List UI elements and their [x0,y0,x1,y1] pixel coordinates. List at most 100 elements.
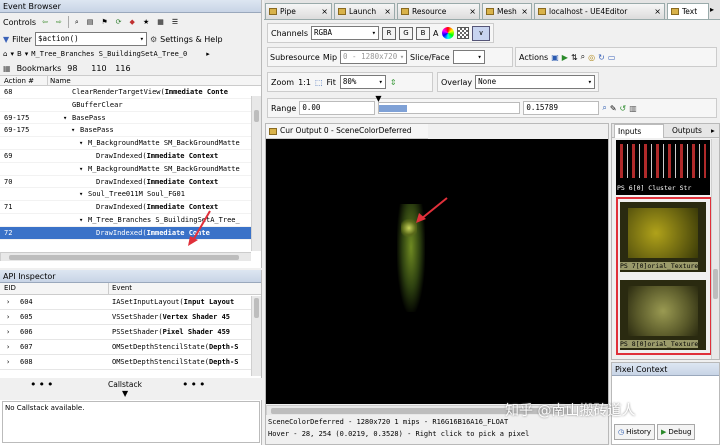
event-row[interactable]: ▾ Soul_Tree011M Soul_FG01 [0,188,252,202]
red-channel-toggle[interactable]: R [382,26,397,40]
slice-select[interactable]: ▾ [452,50,485,64]
reset-range-icon[interactable]: ↺ [620,104,627,113]
save-icon[interactable]: ▣ [551,53,559,62]
expand-chevron-icon[interactable]: ▾ [79,137,83,149]
zoom-range-icon[interactable]: ⌕ [602,103,606,113]
range-min-handle[interactable]: ▼ [375,94,381,103]
texture-canvas[interactable] [266,139,608,404]
expand-chevron-icon[interactable]: ▾ [79,214,83,226]
bookmark-item[interactable]: 98 [67,64,85,73]
api-row[interactable]: › 606 PSSetShader(Pixel Shader 459 [0,325,252,340]
breadcrumb[interactable]: M_Tree_Branches S_BuildingSetA_Tree_0 [31,50,203,58]
column-header-action[interactable]: Action # [4,76,34,86]
tab-outputs[interactable]: Outputs [670,124,702,137]
range-max-input[interactable]: 0.15789 [523,101,600,115]
zoom-arrows-icon[interactable]: ⇕ [390,78,397,87]
thumbnail-scrollbar[interactable] [711,139,719,359]
expand-chevron-icon[interactable]: ▾ [79,188,83,200]
home-icon[interactable]: ⌂ [3,50,7,58]
close-icon[interactable]: × [521,4,528,19]
checkerboard-icon[interactable] [457,27,470,39]
tab-texture-viewer[interactable]: Text [667,3,709,19]
mip-select[interactable]: 0 - 1280x720 ▾ [340,50,408,64]
bookmark-item[interactable]: 110 [91,64,109,73]
view-icon[interactable]: ▭ [608,53,616,62]
tab-launch[interactable]: Launch × [334,3,395,19]
tab-pipeline[interactable]: Pipe × [265,3,332,19]
list-icon[interactable]: ☰ [170,16,180,29]
expand-chevron-icon[interactable]: › [6,310,10,324]
timeline-icon[interactable]: ▤ [85,16,96,29]
api-row[interactable]: › 605 VSSetShader(Vertex Shader 45 [0,310,252,325]
expand-chevron-icon[interactable]: ▾ [63,112,67,124]
expand-down-icon[interactable]: ▼ [122,389,128,398]
api-row[interactable]: › 607 OMSetDepthStencilState(Depth-S [0,340,252,355]
expand-toolbar-icon[interactable]: ∨ [472,25,491,41]
zoom-icon[interactable]: ⌕ [581,52,585,62]
expand-chevron-icon[interactable]: › [6,325,10,339]
event-list-scrollbar[interactable] [251,96,261,251]
range-min-input[interactable]: 0.00 [299,101,376,115]
breadcrumb-short[interactable]: B [17,50,22,58]
fit-button[interactable]: Fit [327,78,336,87]
bookmark-item[interactable]: 116 [115,64,133,73]
green-channel-toggle[interactable]: G [399,26,414,40]
expand-chevron-icon[interactable]: › [6,355,10,369]
tab-localhost[interactable]: localhost - UE4Editor × [534,3,665,19]
close-icon[interactable]: × [469,4,476,19]
debug-button[interactable]: ▶ Debug [657,424,696,440]
zoom-1-1-button[interactable]: 1:1 [298,78,311,87]
settings-help-button[interactable]: Settings & Help [160,35,222,44]
filter-input[interactable]: $action() ▾ [34,32,147,46]
column-header-name[interactable]: Name [50,76,71,86]
event-list-hscrollbar[interactable] [0,252,251,261]
tab-resource[interactable]: Resource × [397,3,480,19]
tab-mesh[interactable]: Mesh × [482,3,532,19]
history-button[interactable]: ◷ History [614,424,656,440]
expand-chevron-icon[interactable]: ▾ [79,163,83,175]
tab-inputs[interactable]: Inputs [614,124,664,138]
splitter-handle[interactable]: ••• [30,378,55,391]
range-slider[interactable]: ▼ [375,94,521,114]
flip-icon[interactable]: ⇅ [571,53,578,62]
close-icon[interactable]: × [321,4,328,19]
column-header-eid[interactable]: EID [4,283,16,294]
alpha-channel-toggle[interactable]: A [433,29,439,38]
chevron-down-icon[interactable]: ▾ [25,50,29,58]
goto-location-icon[interactable]: ▶ [562,53,568,62]
chevron-down-icon[interactable]: ▾ [10,50,14,58]
expand-chevron-icon[interactable]: › [6,295,10,309]
overlay-select[interactable]: None ▾ [475,75,595,89]
pick-color-icon[interactable]: ✎ [610,104,617,113]
close-icon[interactable]: × [384,4,391,19]
column-header-event[interactable]: Event [112,283,132,294]
zoom-select[interactable]: 80% ▾ [339,75,386,89]
event-row[interactable]: 69 DrawIndexed(Immediate Context [0,150,252,163]
scroll-right-icon[interactable]: ▸ [206,50,210,58]
api-list-scrollbar[interactable] [251,296,261,376]
close-icon[interactable]: × [654,4,661,19]
thumbnail-item[interactable]: PS 8[0]orial_Texture [620,280,706,350]
event-row[interactable]: 69-175 ▾ BasePass [0,124,252,138]
event-row[interactable]: GBufferClear [0,99,252,112]
api-row[interactable]: › 608 OMSetDepthStencilState(Depth-S [0,355,252,370]
color-wheel-icon[interactable] [442,27,455,39]
api-row[interactable]: › 604 IASetInputLayout(Input Layout [0,295,252,310]
bookmark-icon[interactable]: ◆ [128,16,137,29]
scroll-right-icon[interactable]: ▸ [711,124,715,137]
tab-scroll-right-icon[interactable]: ▸ [710,5,714,14]
blue-channel-toggle[interactable]: B [416,26,431,40]
event-row[interactable]: ▾ M_BackgroundMatte SM_BackGroundMatte [0,163,252,176]
event-row[interactable]: 70 DrawIndexed(Immediate Context [0,176,252,189]
expand-chevron-icon[interactable]: ▾ [71,124,75,136]
star-icon[interactable]: ★ [141,16,151,29]
refresh-icon[interactable]: ⟳ [114,16,124,29]
fit-icon[interactable]: ⬚ [315,78,323,87]
thumbnail-item[interactable]: PS 7[0]orial_Texture [620,202,706,272]
back-arrow-icon[interactable]: ⇦ [40,16,50,29]
grid-icon[interactable]: ▦ [155,16,166,29]
rotate-icon[interactable]: ↻ [598,53,605,62]
splitter-handle[interactable]: ••• [182,378,207,391]
flag-icon[interactable]: ⚑ [99,16,109,29]
binoculars-icon[interactable]: ⌕ [73,16,81,29]
